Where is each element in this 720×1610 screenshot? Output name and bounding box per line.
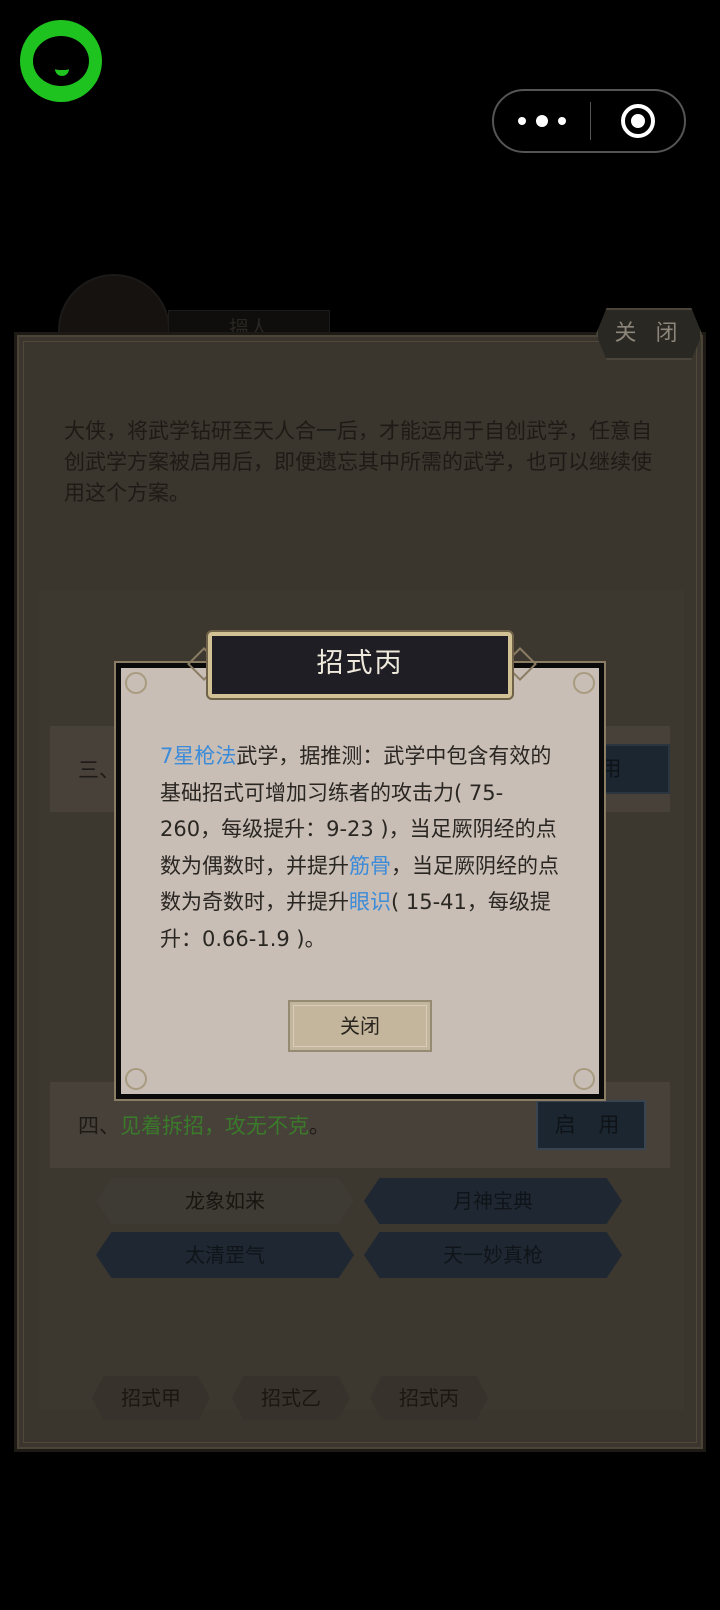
tab-zhaoshi-jia[interactable]: 招式甲 [92,1376,210,1420]
corner-ornament-icon [125,1068,147,1090]
corner-ornament-icon [573,1068,595,1090]
dialog-title: 招式丙 [208,632,512,698]
skill-chip[interactable]: 龙象如来 [96,1178,354,1224]
attribute-link-jingu[interactable]: 筋骨 [349,854,391,878]
corner-ornament-icon [125,672,147,694]
tab-zhaoshi-bing[interactable]: 招式丙 [370,1376,488,1420]
skill-chip[interactable]: 月神宝典 [364,1178,622,1224]
skill-name-link[interactable]: 7星枪法 [160,744,236,768]
dialog-close-button[interactable]: 关闭 [288,1000,432,1052]
skill-chip[interactable]: 太清罡气 [96,1232,354,1278]
scheme-row-4-enable-button[interactable]: 启 用 [536,1100,646,1150]
scheme-row-4-prefix: 四、 [78,1114,120,1138]
panel-close-button[interactable]: 关 闭 [596,308,702,360]
mini-program-capsule [492,89,686,153]
scheme-row-4-suffix: 。 [309,1114,330,1138]
scheme-row-4-motto: 见着拆招，攻无不克 [120,1114,309,1138]
dialog-body-text: 7星枪法武学，据推测：武学中包含有效的基础招式可增加习练者的攻击力( 75-26… [160,738,560,957]
more-dots-icon[interactable] [494,91,590,151]
panel-intro-text: 大侠，将武学钻研至天人合一后，才能运用于自创武学，任意自创武学方案被启用后，即便… [64,419,652,505]
tab-zhaoshi-yi[interactable]: 招式乙 [232,1376,350,1420]
corner-ornament-icon [573,672,595,694]
scheme-row-3-label: 三、 [78,758,120,782]
scheme-row-4-label: 四、见着拆招，攻无不克。 [78,1110,330,1140]
chat-bubble-logo-icon[interactable] [20,20,102,102]
skill-chip[interactable]: 天一妙真枪 [364,1232,622,1278]
target-circle-icon[interactable] [591,91,684,151]
attribute-link-yanshi[interactable]: 眼识 [349,890,391,914]
